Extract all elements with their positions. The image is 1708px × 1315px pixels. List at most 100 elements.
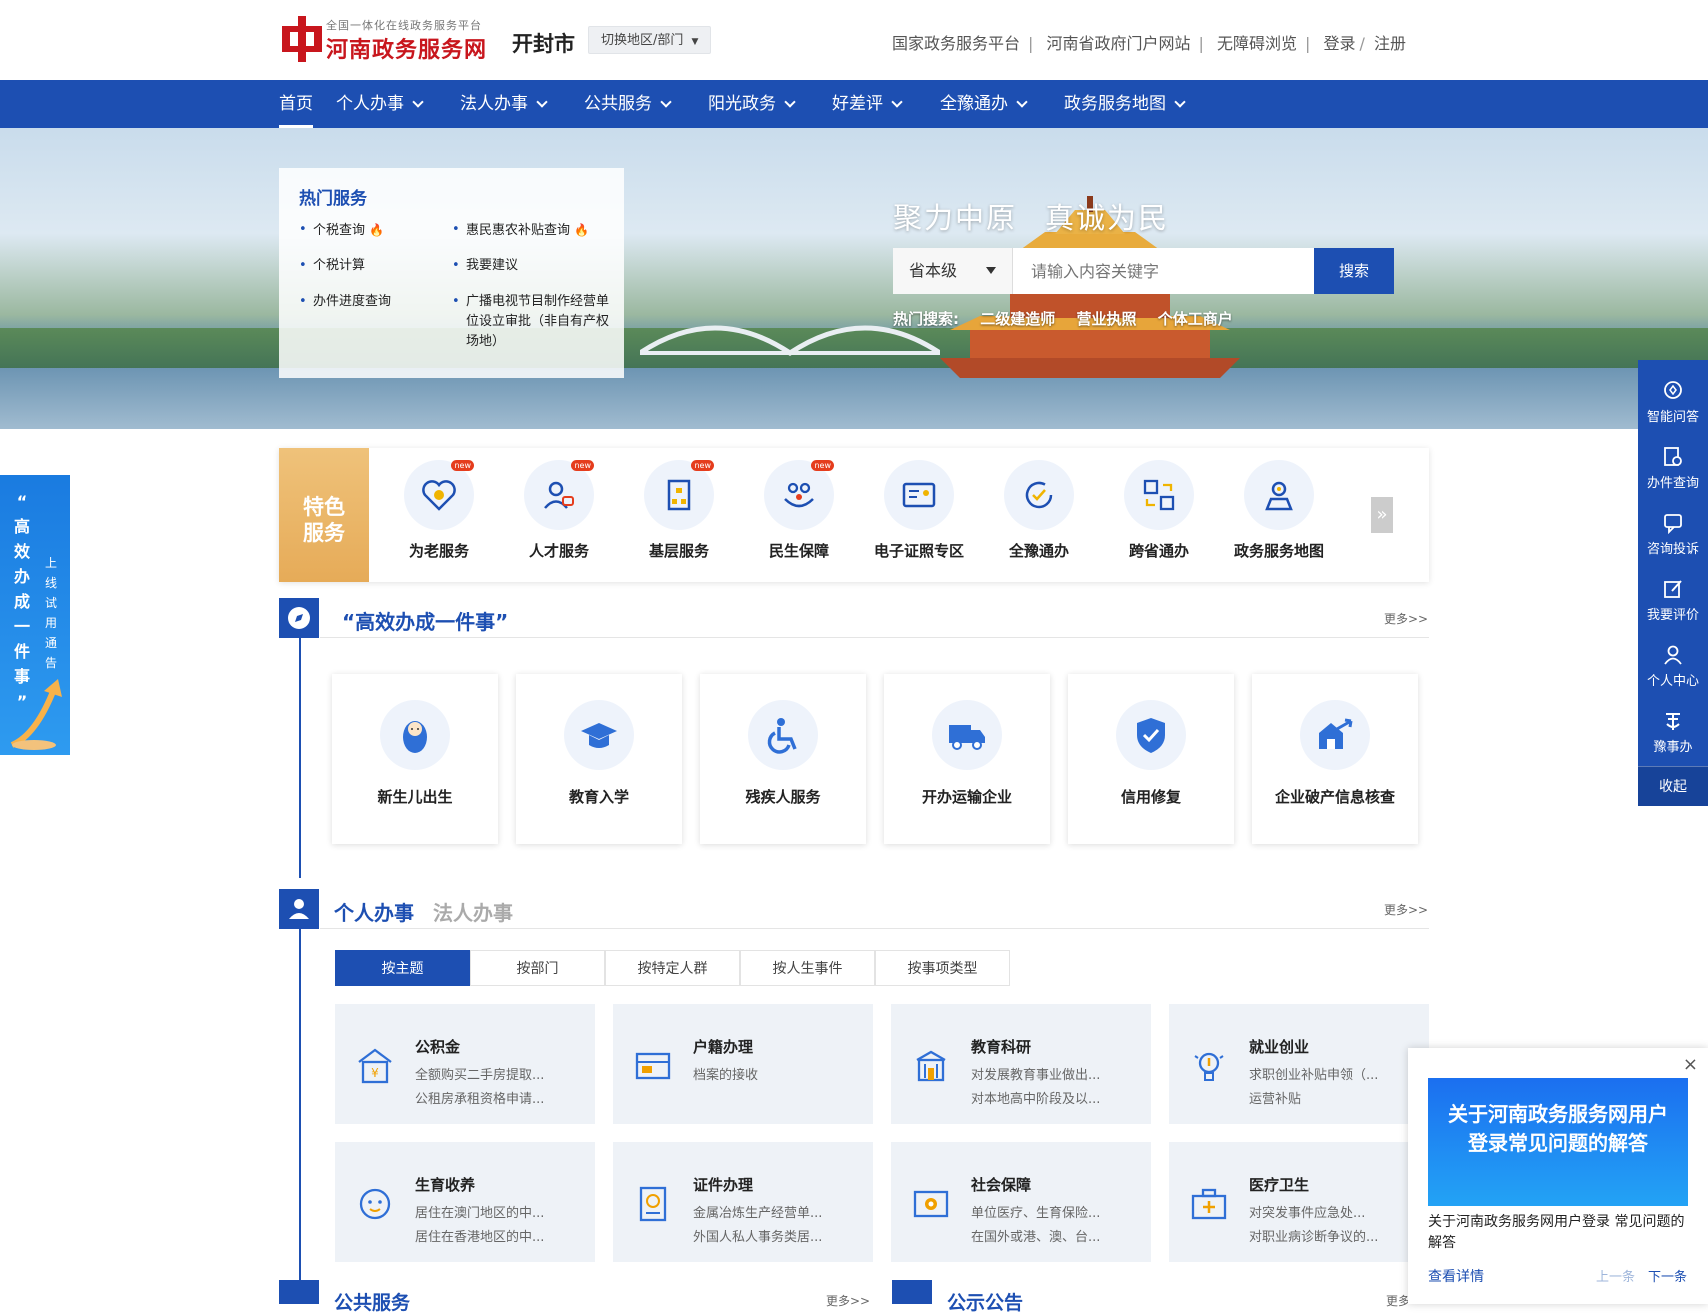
- hot-search-term[interactable]: 营业执照: [1076, 310, 1136, 328]
- tab-by-theme[interactable]: 按主题: [335, 950, 470, 986]
- feature-province-wide[interactable]: 全豫通办: [984, 460, 1094, 561]
- baby-icon: [403, 721, 427, 753]
- feature-talent[interactable]: new 人才服务: [504, 460, 614, 561]
- theme-card-household[interactable]: 户籍办理 档案的接收: [613, 1004, 873, 1124]
- close-icon[interactable]: ×: [1683, 1054, 1698, 1075]
- hot-search-term[interactable]: 个体工商户: [1158, 310, 1233, 328]
- search-level-select[interactable]: 省本级: [893, 248, 1013, 294]
- toolbar-consult-complaint[interactable]: 咨询投诉: [1638, 496, 1708, 562]
- theme-card-employment[interactable]: 就业创业 求职创业补贴申领（... 运营补贴: [1169, 1004, 1429, 1124]
- next-notice-button[interactable]: 下一条: [1648, 1266, 1687, 1285]
- theme-desc[interactable]: 对本地高中阶段及以...: [971, 1088, 1116, 1107]
- nav-province-wide[interactable]: 全豫通办: [940, 80, 1028, 128]
- toolbar-yushiban[interactable]: 豫事办: [1638, 694, 1708, 760]
- next-arrow-button[interactable]: »: [1371, 497, 1393, 533]
- link-accessibility[interactable]: 无障碍浏览: [1217, 34, 1297, 53]
- theme-desc[interactable]: 公租房承租资格申请...: [415, 1088, 560, 1107]
- public-service-title[interactable]: 公共服务: [334, 1288, 410, 1315]
- previous-notice-button[interactable]: 上一条: [1596, 1266, 1635, 1285]
- nav-public-service[interactable]: 公共服务: [584, 80, 672, 128]
- feature-grassroots[interactable]: new 基层服务: [624, 460, 734, 561]
- theme-desc[interactable]: 居住在香港地区的中...: [415, 1226, 560, 1245]
- theme-card-medical[interactable]: 医疗卫生 对突发事件应急处... 对职业病诊断争议的...: [1169, 1142, 1429, 1262]
- switch-region-button[interactable]: 切换地区/部门 ▼: [588, 26, 712, 54]
- nav-evaluation[interactable]: 好差评: [832, 80, 903, 128]
- notice-image[interactable]: 关于河南政务服务网用户登录常见问题的解答: [1428, 1078, 1688, 1206]
- case-credit-repair[interactable]: 信用修复: [1068, 674, 1234, 844]
- case-education[interactable]: 教育入学: [516, 674, 682, 844]
- theme-title: 社会保障: [971, 1176, 1032, 1194]
- toolbar-evaluate[interactable]: 我要评价: [1638, 562, 1708, 628]
- document-search-icon: [1664, 447, 1682, 466]
- theme-card-certificates[interactable]: 证件办理 金属冶炼生产经营单... 外国人私人事务类居...: [613, 1142, 873, 1262]
- collapse-toolbar-button[interactable]: 收起: [1638, 766, 1708, 806]
- theme-card-social-security[interactable]: 社会保障 单位医疗、生育保险... 在国外或港、澳、台...: [891, 1142, 1151, 1262]
- tab-by-item-type[interactable]: 按事项类型: [875, 950, 1010, 986]
- theme-card-housing-fund[interactable]: ¥ 公积金 全额购买二手房提取... 公租房承租资格申请...: [335, 1004, 595, 1124]
- nav-personal[interactable]: 个人办事: [336, 80, 424, 128]
- search-input[interactable]: [1015, 248, 1285, 294]
- hot-service-link[interactable]: 广播电视节目制作经营单位设立审批（非自有产权场地）: [452, 292, 616, 352]
- nav-open-government[interactable]: 阳光政务: [708, 80, 796, 128]
- more-link[interactable]: 更多>>: [1384, 901, 1428, 918]
- nav-service-map[interactable]: 政务服务地图: [1064, 80, 1186, 128]
- theme-desc[interactable]: 外国人私人事务类居...: [693, 1226, 838, 1245]
- notice-text[interactable]: 关于河南政务服务网用户登录 常见问题的解答: [1428, 1212, 1693, 1254]
- hot-service-link[interactable]: 惠民惠农补贴查询 🔥: [452, 220, 589, 241]
- theme-desc[interactable]: 求职创业补贴申领（...: [1249, 1064, 1394, 1083]
- feature-service-map[interactable]: 政务服务地图: [1224, 460, 1334, 561]
- theme-desc[interactable]: 单位医疗、生育保险...: [971, 1202, 1116, 1221]
- tab-corporate-affairs[interactable]: 法人办事: [433, 897, 513, 926]
- theme-card-birth-adoption[interactable]: 生育收养 居住在澳门地区的中... 居住在香港地区的中...: [335, 1142, 595, 1262]
- site-logo-icon[interactable]: [280, 16, 324, 62]
- hot-service-link[interactable]: 我要建议: [452, 256, 518, 276]
- tab-by-life-event[interactable]: 按人生事件: [740, 950, 875, 986]
- link-national-platform[interactable]: 国家政务服务平台: [892, 34, 1020, 53]
- site-title[interactable]: 河南政务服务网: [326, 32, 487, 64]
- search-button[interactable]: 搜索: [1314, 248, 1394, 294]
- nav-corporate[interactable]: 法人办事: [460, 80, 548, 128]
- case-newborn[interactable]: 新生儿出生: [332, 674, 498, 844]
- toolbar-personal-center[interactable]: 个人中心: [1638, 628, 1708, 694]
- theme-desc[interactable]: 对职业病诊断争议的...: [1249, 1226, 1394, 1245]
- register-link[interactable]: 注册: [1374, 34, 1406, 53]
- theme-desc[interactable]: 金属冶炼生产经营单...: [693, 1202, 838, 1221]
- toolbar-smart-qa[interactable]: 智能问答: [1638, 364, 1708, 430]
- view-details-link[interactable]: 查看详情: [1428, 1266, 1484, 1286]
- nav-home[interactable]: 首页: [279, 80, 313, 128]
- tab-by-department[interactable]: 按部门: [470, 950, 605, 986]
- hot-services-title: 热门服务: [299, 189, 367, 209]
- public-notice-title[interactable]: 公示公告: [947, 1288, 1023, 1315]
- more-link[interactable]: 更多>>: [826, 1292, 870, 1309]
- more-link[interactable]: 更多: [1386, 1292, 1410, 1309]
- toolbar-case-query[interactable]: 办件查询: [1638, 430, 1708, 496]
- theme-desc[interactable]: 档案的接收: [693, 1064, 838, 1083]
- tab-personal-affairs[interactable]: 个人办事: [334, 897, 414, 926]
- more-link[interactable]: 更多>>: [1384, 610, 1428, 627]
- left-float-banner[interactable]: “ 高 效 办 成 一 件 事 ” 上 线 试 用 通 告: [0, 475, 70, 755]
- tab-by-group[interactable]: 按特定人群: [605, 950, 740, 986]
- feature-e-license[interactable]: 电子证照专区: [864, 460, 974, 561]
- hot-service-link[interactable]: 个税查询 🔥: [299, 220, 384, 241]
- theme-desc[interactable]: 全额购买二手房提取...: [415, 1064, 560, 1083]
- feature-cross-province[interactable]: 跨省通办: [1104, 460, 1214, 561]
- login-link[interactable]: 登录: [1324, 34, 1356, 53]
- theme-desc[interactable]: 对发展教育事业做出...: [971, 1064, 1116, 1083]
- nav-label: 阳光政务: [708, 94, 776, 114]
- hot-search-term[interactable]: 二级建造师: [980, 310, 1055, 328]
- hot-service-link[interactable]: 个税计算: [299, 256, 365, 276]
- case-transport-company[interactable]: 开办运输企业: [884, 674, 1050, 844]
- theme-desc[interactable]: 运营补贴: [1249, 1088, 1394, 1107]
- case-disability[interactable]: 残疾人服务: [700, 674, 866, 844]
- char: 用: [44, 616, 57, 630]
- link-province-portal[interactable]: 河南省政府门户网站: [1047, 34, 1191, 53]
- theme-desc[interactable]: 在国外或港、澳、台...: [971, 1226, 1116, 1245]
- feature-livelihood[interactable]: new 民生保障: [744, 460, 854, 561]
- case-bankruptcy-check[interactable]: 企业破产信息核查: [1252, 674, 1418, 844]
- theme-desc[interactable]: 对突发事件应急处...: [1249, 1202, 1394, 1221]
- hot-service-label: 办件进度查询: [313, 294, 392, 309]
- hot-service-link[interactable]: 办件进度查询: [299, 292, 392, 312]
- theme-card-education-research[interactable]: 教育科研 对发展教育事业做出... 对本地高中阶段及以...: [891, 1004, 1151, 1124]
- feature-elderly[interactable]: new 为老服务: [384, 460, 494, 561]
- theme-desc[interactable]: 居住在澳门地区的中...: [415, 1202, 560, 1221]
